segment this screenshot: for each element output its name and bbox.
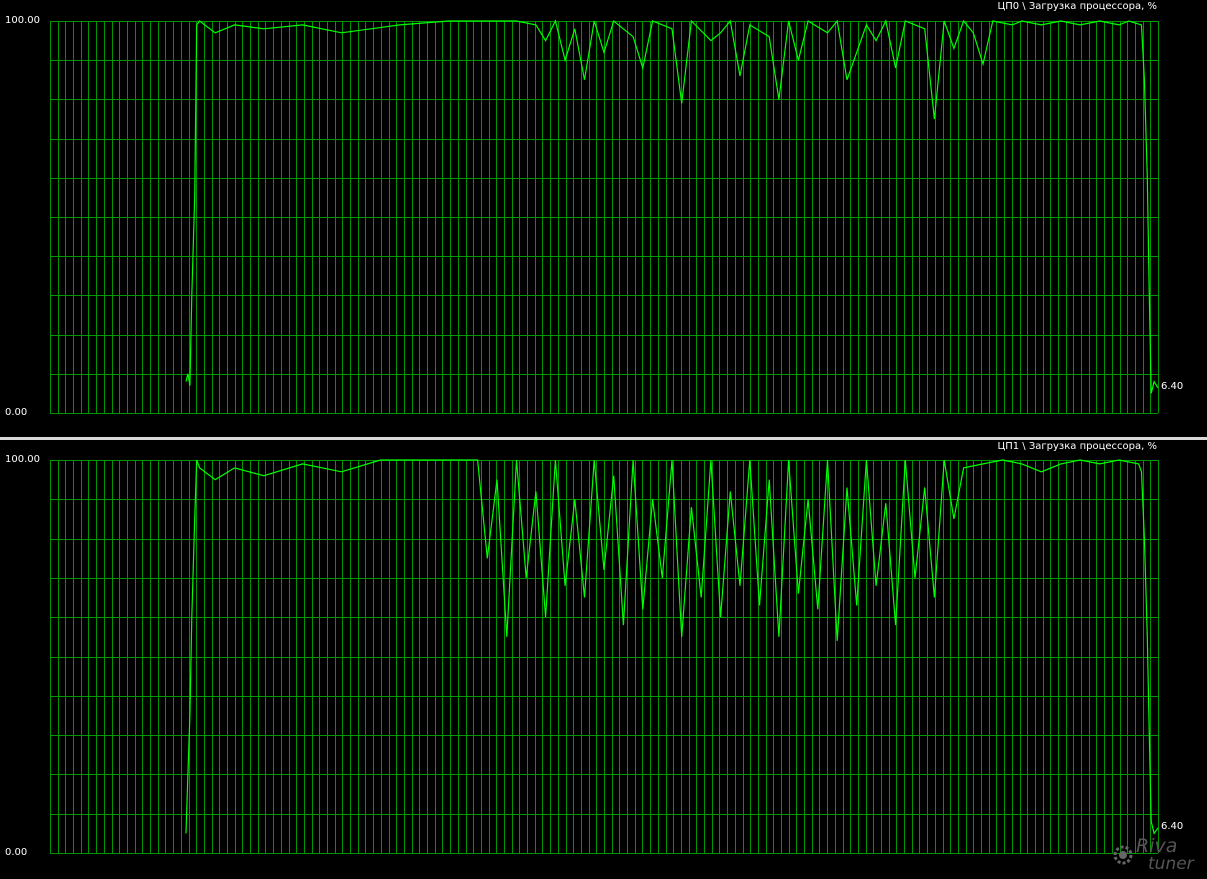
cpu1-current-value: 6.40 [1161, 821, 1184, 832]
gear-icon [1113, 845, 1133, 865]
cpu0-current-value: 6.40 [1161, 381, 1184, 392]
logo-text-bottom: tuner [1148, 854, 1194, 874]
logo-text-top: Riva [1136, 835, 1178, 857]
cpu0-chart [50, 19, 1159, 414]
rivatuner-logo: Riva tuner [1110, 836, 1207, 879]
cpu1-panel: ЦП1 \ Загрузка процессора, % 100.00 0.00… [0, 440, 1207, 879]
grid [50, 460, 1159, 854]
cpu1-chart-title: ЦП1 \ Загрузка процессора, % [997, 441, 1157, 452]
cpu0-chart-title: ЦП0 \ Загрузка процессора, % [997, 1, 1157, 12]
cpu0-ytick-min: 0.00 [5, 407, 28, 418]
cpu0-panel: ЦП0 \ Загрузка процессора, % 100.00 0.00… [0, 0, 1207, 437]
grid [50, 21, 1159, 414]
cpu1-ytick-min: 0.00 [5, 847, 28, 858]
cpu1-chart [50, 459, 1159, 854]
cpu1-ytick-max: 100.00 [5, 454, 40, 465]
cpu0-ytick-max: 100.00 [5, 15, 40, 26]
